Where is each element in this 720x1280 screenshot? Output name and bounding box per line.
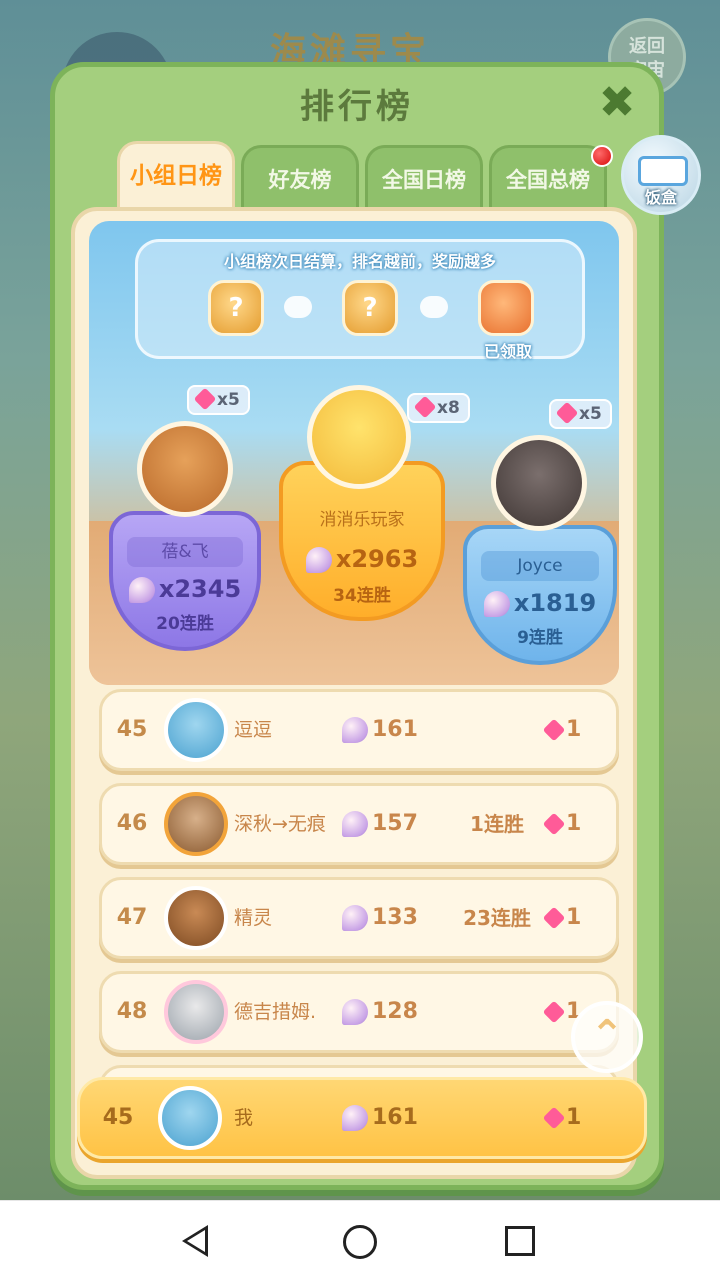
rank-number: 45 [116,717,148,742]
table-row[interactable]: 47 精灵 133 23连胜 1 [99,877,619,959]
player-avatar[interactable] [164,792,228,856]
podium-player-name: 消消乐玩家 [319,510,405,530]
scroll-to-top-button[interactable]: ⌃ [571,1001,643,1073]
shell-icon [342,905,368,931]
tab-group-daily[interactable]: 小组日榜 [117,141,235,211]
table-row[interactable]: 48 德吉措姆. 128 1 [99,971,619,1053]
gem-icon [542,1000,566,1024]
lunchbox-icon [638,156,688,186]
player-avatar[interactable] [164,980,228,1044]
gem-reward-bubble: x8 [407,393,470,423]
player-name: 我 [234,1107,254,1129]
rank-number: 48 [116,999,148,1024]
player-score: 157 [342,786,418,862]
player-streak: 23连胜 [463,906,531,930]
home-icon[interactable] [343,1225,377,1259]
player-score: 161 [342,1080,418,1156]
leaderboard-panel: 小组榜次日结算，排名越前，奖励越多 ? ? 已领取 蓓&飞 x2345 20连胜… [71,207,637,1179]
podium-streak: 34连胜 [333,586,391,606]
gem-reward-bubble: x5 [549,399,612,429]
arrow-icon [284,296,312,318]
close-icon[interactable]: ✖ [595,81,639,127]
system-navigation-bar [0,1200,720,1280]
claimed-label: 已领取 [483,342,532,361]
player-streak [458,692,536,768]
lunchbox-label: 饭盒 [644,188,677,207]
player-streak [458,974,536,1050]
reward-banner: 小组榜次日结算，排名越前，奖励越多 ? ? 已领取 [135,239,585,361]
podium-player-name: Joyce [481,551,599,581]
shell-icon [128,577,155,603]
table-row[interactable]: 46 深秋→无痕 157 1连胜 1 [99,783,619,865]
podium-score: x2345 [113,575,257,603]
podium-score: x2963 [283,545,441,573]
tab-friends[interactable]: 好友榜 [241,145,359,209]
gem-icon [542,1106,566,1130]
player-gems: 1 [542,786,581,862]
podium-avatar-second[interactable] [137,421,233,517]
podium-streak: 9连胜 [517,628,563,648]
rank-number: 45 [102,1105,134,1130]
my-avatar[interactable] [158,1086,222,1150]
player-score: 133 [342,880,418,956]
gem-icon [193,387,217,411]
tab-national-daily[interactable]: 全国日榜 [365,145,483,209]
lunchbox-button[interactable]: 饭盒 [621,135,701,215]
player-name: 精灵 [234,907,273,929]
player-gems: 1 [542,880,581,956]
podium-third[interactable]: Joyce x1819 9连胜 [463,525,617,665]
rank-number: 47 [116,905,148,930]
leaderboard-modal: 排行榜 ✖ 小组日榜 好友榜 全国日榜 全国总榜 饭盒 小组榜次日结算，排名越前… [50,62,701,1190]
reward-info-text: 小组榜次日结算，排名越前，奖励越多 [223,252,496,271]
gem-icon [555,401,579,425]
player-gems: 1 [542,692,581,768]
gem-icon [542,812,566,836]
gem-icon [542,718,566,742]
modal-title: 排行榜 [300,87,414,127]
gem-reward-bubble: x5 [187,385,250,415]
shell-icon [305,547,332,573]
player-avatar[interactable] [164,886,228,950]
podium-score: x1819 [467,589,613,617]
player-avatar[interactable] [164,698,228,762]
player-name: 深秋→无痕 [234,813,326,835]
notification-dot [591,145,613,167]
podium-avatar-first[interactable] [307,385,411,489]
podium-streak: 20连胜 [156,614,214,634]
podium-avatar-third[interactable] [491,435,587,531]
gem-icon [542,906,566,930]
reward-chest-first-icon[interactable]: ? [208,280,264,336]
shell-icon [483,591,510,617]
shell-icon [342,717,368,743]
table-row[interactable]: 45 逗逗 161 1 [99,689,619,771]
player-gems: 1 [542,1080,581,1156]
player-name: 逗逗 [234,719,273,741]
shell-icon [342,1105,368,1131]
player-name: 德吉措姆. [234,1001,317,1023]
reward-chest-second-icon[interactable]: ? [342,280,398,336]
gem-icon [413,395,437,419]
podium-second[interactable]: 蓓&飞 x2345 20连胜 [109,511,261,651]
rank-number: 46 [116,811,148,836]
shell-icon [342,999,368,1025]
player-score: 128 [342,974,418,1050]
shell-icon [342,811,368,837]
recent-apps-icon[interactable] [505,1226,535,1256]
podium-player-name: 蓓&飞 [127,537,243,567]
tab-national-total[interactable]: 全国总榜 [489,145,607,209]
reward-chest-claimed-icon[interactable] [478,280,534,336]
player-streak: 1连胜 [470,812,524,836]
player-score: 161 [342,692,418,768]
my-rank-row[interactable]: 45 我 161 1 [77,1077,647,1159]
arrow-icon [420,296,448,318]
podium-area: 小组榜次日结算，排名越前，奖励越多 ? ? 已领取 蓓&飞 x2345 20连胜… [89,221,619,685]
back-icon[interactable] [182,1225,208,1257]
